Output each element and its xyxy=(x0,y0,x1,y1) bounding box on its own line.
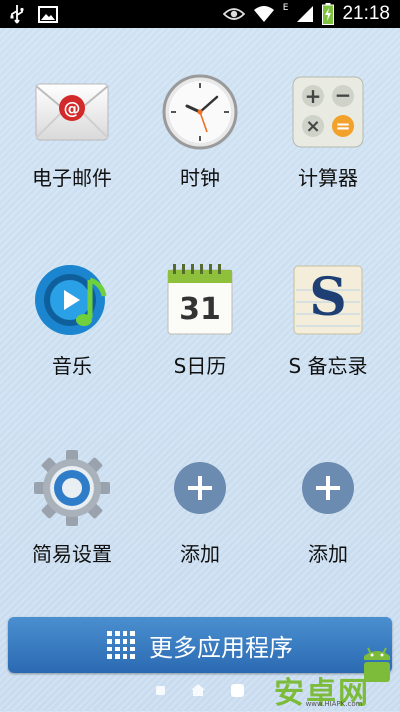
app-s-calendar[interactable]: 31 S日历 xyxy=(135,260,265,379)
email-icon: @ xyxy=(32,72,112,152)
memo-letter: S xyxy=(309,267,347,328)
calculator-icon: + − × = xyxy=(288,72,368,152)
app-label: S日历 xyxy=(173,354,227,378)
eye-icon xyxy=(222,8,245,20)
watermark-url: www.HIAPK.com xyxy=(305,700,363,708)
svg-text:+: + xyxy=(305,84,322,108)
wifi-icon xyxy=(253,6,274,22)
add-app-slot[interactable]: 添加 xyxy=(263,448,393,567)
status-bar: E 21:18 xyxy=(0,0,400,28)
clock-icon xyxy=(160,72,240,152)
music-icon xyxy=(32,260,112,340)
add-icon xyxy=(160,448,240,528)
network-type-label: E xyxy=(282,3,289,13)
app-s-memo[interactable]: S S 备忘录 xyxy=(263,260,393,379)
svg-text:−: − xyxy=(335,83,352,107)
home-page-icon[interactable] xyxy=(191,684,205,696)
app-label: 简易设置 xyxy=(32,542,112,566)
signal-icon xyxy=(297,6,314,22)
calendar-icon: 31 xyxy=(160,260,240,340)
app-email[interactable]: @ 电子邮件 xyxy=(7,72,137,191)
app-label: 计算器 xyxy=(298,166,358,190)
app-label: 音乐 xyxy=(52,354,92,378)
app-label: 添加 xyxy=(308,542,348,566)
status-time: 21:18 xyxy=(342,3,390,24)
grid-icon xyxy=(107,631,135,659)
app-easy-settings[interactable]: 简易设置 xyxy=(7,448,137,567)
memo-icon: S xyxy=(288,260,368,340)
calendar-day-number: 31 xyxy=(179,292,221,327)
app-label: S 备忘录 xyxy=(288,354,368,378)
app-label: 电子邮件 xyxy=(32,166,112,190)
svg-text:@: @ xyxy=(64,99,81,119)
svg-text:×: × xyxy=(305,116,320,137)
app-music[interactable]: 音乐 xyxy=(7,260,137,379)
image-icon xyxy=(38,5,58,23)
battery-icon xyxy=(322,3,335,25)
watermark-logo: 安卓网 www.HIAPK.com xyxy=(274,646,394,711)
app-calculator[interactable]: + − × = 计算器 xyxy=(263,72,393,191)
page-dot-current[interactable] xyxy=(231,683,244,697)
app-clock[interactable]: 时钟 xyxy=(135,72,265,191)
app-label: 时钟 xyxy=(180,166,220,190)
page-dot[interactable] xyxy=(156,685,165,695)
add-app-slot[interactable]: 添加 xyxy=(135,448,265,567)
more-apps-label: 更多应用程序 xyxy=(149,633,293,662)
settings-gear-icon xyxy=(32,448,112,528)
app-label: 添加 xyxy=(180,542,220,566)
usb-icon xyxy=(10,5,24,24)
add-icon xyxy=(288,448,368,528)
svg-text:=: = xyxy=(335,116,350,137)
